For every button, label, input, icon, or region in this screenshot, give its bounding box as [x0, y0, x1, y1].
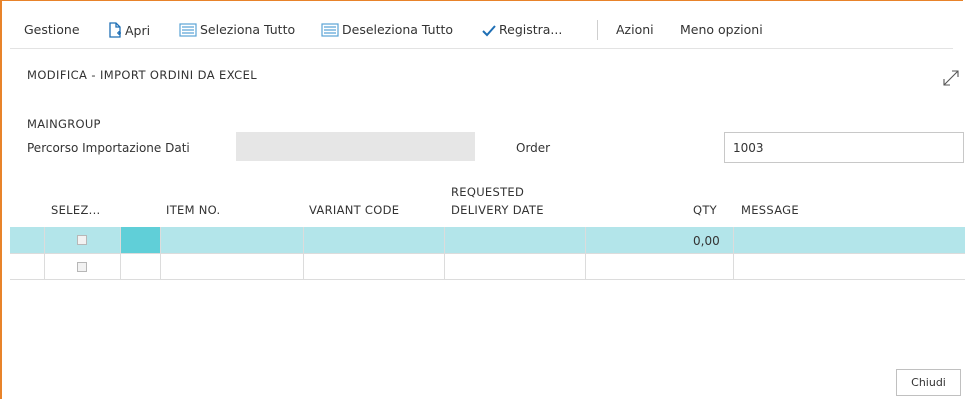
- col-header-selez[interactable]: SELEZ...: [51, 203, 100, 218]
- new-document-icon: [108, 22, 122, 41]
- registra-label: Registra...: [499, 22, 563, 37]
- registra-button[interactable]: Registra...: [482, 22, 562, 40]
- col-divider: [303, 227, 304, 280]
- path-label: Percorso Importazione Dati: [27, 141, 190, 155]
- col-divider: [733, 227, 734, 280]
- col-header-variant-code[interactable]: VARIANT CODE: [309, 203, 399, 218]
- active-cell[interactable]: [121, 227, 160, 253]
- azioni-menu[interactable]: Azioni: [616, 22, 654, 37]
- select-all-icon: [179, 23, 197, 40]
- toolbar-separator: [597, 20, 598, 40]
- qty-cell[interactable]: 0,00: [693, 234, 720, 248]
- col-divider: [585, 227, 586, 280]
- order-label: Order: [516, 141, 551, 155]
- col-header-message[interactable]: MESSAGE: [741, 203, 799, 218]
- row-select-checkbox[interactable]: [77, 262, 87, 272]
- row-select-checkbox[interactable]: [77, 235, 87, 245]
- path-field[interactable]: [236, 132, 475, 161]
- maingroup-heading: MAINGROUP: [27, 117, 101, 131]
- toolbar-divider: [10, 48, 953, 49]
- apri-button[interactable]: Apri: [108, 22, 150, 41]
- col-divider: [44, 227, 45, 280]
- col-header-item-no[interactable]: ITEM NO.: [166, 203, 221, 218]
- col-divider: [160, 227, 161, 280]
- deseleziona-tutto-label: Deseleziona Tutto: [342, 22, 454, 37]
- page-title: MODIFICA - IMPORT ORDINI DA EXCEL: [27, 68, 258, 82]
- close-button[interactable]: Chiudi: [896, 369, 961, 396]
- meno-opzioni-button[interactable]: Meno opzioni: [680, 22, 763, 37]
- col-divider: [120, 227, 121, 280]
- col-header-delivery-date[interactable]: DELIVERY DATE: [451, 203, 544, 218]
- deseleziona-tutto-button[interactable]: Deseleziona Tutto: [321, 22, 453, 40]
- apri-label: Apri: [125, 23, 151, 38]
- col-header-requested[interactable]: REQUESTED: [451, 185, 524, 200]
- row-divider: [10, 253, 965, 254]
- toolbar-gestione[interactable]: Gestione: [24, 22, 80, 37]
- order-field[interactable]: [724, 132, 964, 163]
- col-header-qty[interactable]: QTY: [693, 203, 717, 218]
- seleziona-tutto-label: Seleziona Tutto: [200, 22, 296, 37]
- checkmark-icon: [482, 25, 496, 40]
- row-divider: [10, 279, 965, 280]
- deselect-all-icon: [321, 23, 339, 40]
- seleziona-tutto-button[interactable]: Seleziona Tutto: [179, 22, 295, 40]
- col-divider: [444, 227, 445, 280]
- table-row[interactable]: [10, 254, 965, 280]
- action-toolbar: Gestione Apri Seleziona Tutto Deselezion…: [10, 14, 965, 48]
- expand-icon[interactable]: [941, 68, 961, 88]
